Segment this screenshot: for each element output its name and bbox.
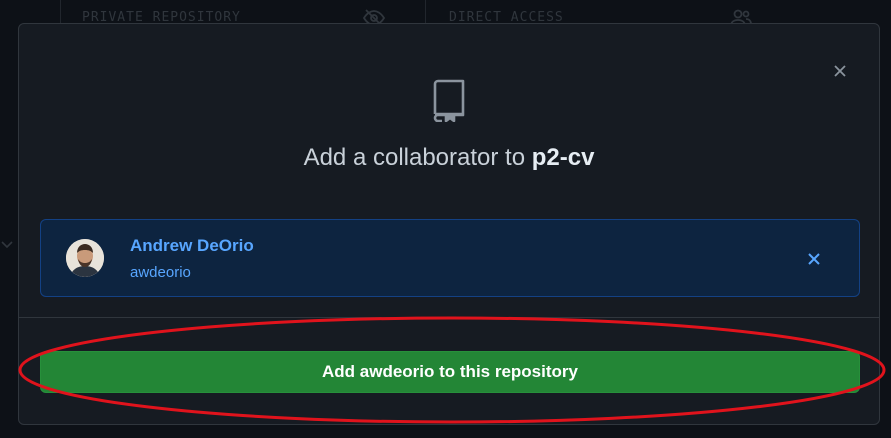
add-collaborator-dialog: Add a collaborator to p2-cv Andrew DeOri… (18, 23, 880, 425)
remove-user-button[interactable] (803, 248, 825, 270)
add-collaborator-button[interactable]: Add awdeorio to this repository (40, 351, 860, 393)
dialog-divider (19, 317, 879, 318)
background-divider (60, 0, 61, 24)
repo-icon (431, 78, 467, 127)
x-icon (808, 253, 820, 265)
repository-name: p2-cv (531, 144, 595, 171)
dialog-title: Add a collaborator to p2-cv (19, 144, 879, 172)
user-display-name[interactable]: Andrew DeOrio (130, 236, 254, 256)
close-dialog-button[interactable] (829, 60, 851, 82)
user-login: awdeorio (130, 264, 191, 281)
dialog-title-prefix: Add a collaborator to (303, 144, 532, 171)
x-icon (834, 65, 846, 77)
chevron-down-icon (0, 238, 14, 257)
selected-user-card: Andrew DeOrio awdeorio (40, 219, 860, 297)
user-avatar (66, 239, 104, 277)
background-divider (425, 0, 426, 24)
